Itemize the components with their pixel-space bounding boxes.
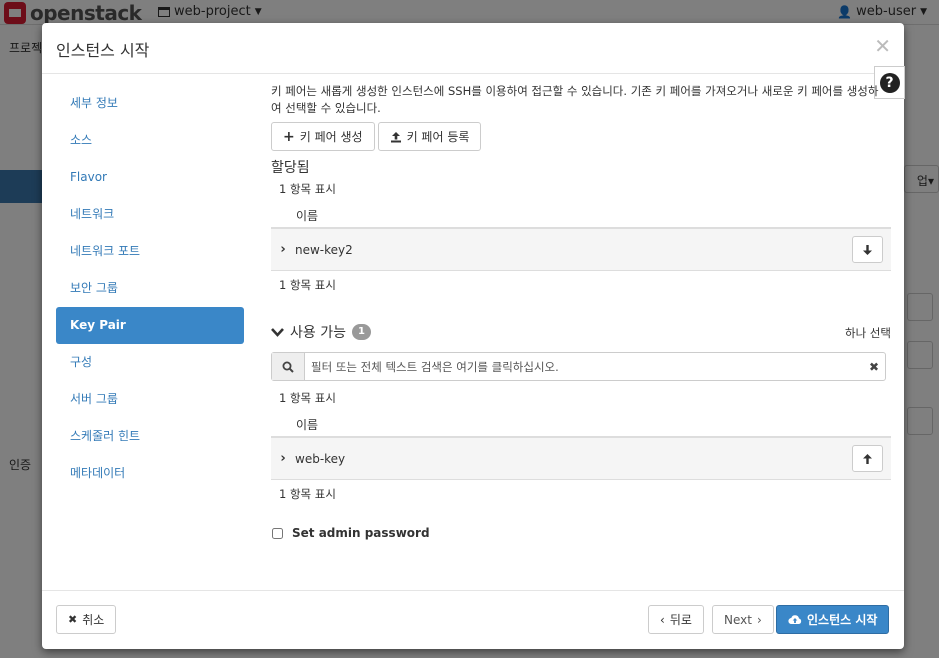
nav-item-networks[interactable]: 네트워크 <box>56 196 244 233</box>
import-key-pair-button[interactable]: 키 페어 등록 <box>377 122 482 151</box>
allocate-button[interactable] <box>852 445 883 472</box>
available-count-bottom: 1 항목 표시 <box>279 487 336 501</box>
search-icon <box>272 353 305 380</box>
chevron-down-icon[interactable] <box>271 327 284 337</box>
set-admin-password: Set admin password <box>271 526 891 540</box>
deallocate-button[interactable] <box>852 236 883 263</box>
nav-item-server-groups[interactable]: 서버 그룹 <box>56 381 244 418</box>
arrow-up-icon <box>863 453 872 464</box>
allocated-title: 할당됨 <box>271 160 310 176</box>
nav-item-scheduler-hints[interactable]: 스케줄러 힌트 <box>56 418 244 455</box>
wizard-nav: 세부 정보 소스 Flavor 네트워크 네트워크 포트 보안 그룹 Key P… <box>56 85 244 492</box>
chevron-right-icon[interactable]: › <box>271 451 295 466</box>
admin-password-label: Set admin password <box>292 526 430 540</box>
nav-item-source[interactable]: 소스 <box>56 122 244 159</box>
key-pair-name: new-key2 <box>295 242 353 257</box>
available-count-top: 1 항목 표시 <box>279 391 336 405</box>
allocated-count-bottom: 1 항목 표시 <box>279 278 336 292</box>
back-button[interactable]: ‹ 뒤로 <box>648 605 704 634</box>
chevron-left-icon: ‹ <box>660 612 665 627</box>
allocated-count-top: 1 항목 표시 <box>279 182 336 196</box>
close-icon[interactable]: ✕ <box>874 36 891 56</box>
nav-item-details[interactable]: 세부 정보 <box>56 85 244 122</box>
create-key-pair-label: 키 페어 생성 <box>299 130 363 144</box>
available-title: 사용 가능 <box>290 325 346 341</box>
table-row: › web-key <box>271 438 891 480</box>
back-label: 뒤로 <box>669 613 692 627</box>
modal-header: 인스턴스 시작 ✕ <box>42 23 904 74</box>
arrow-down-icon <box>863 244 872 255</box>
create-key-pair-button[interactable]: + 키 페어 생성 <box>271 122 375 151</box>
nav-item-configuration[interactable]: 구성 <box>56 344 244 381</box>
chevron-right-icon[interactable]: › <box>271 242 295 257</box>
plus-icon: + <box>283 128 295 145</box>
modal-title: 인스턴스 시작 <box>56 41 150 60</box>
launch-instance-button[interactable]: 인스턴스 시작 <box>776 605 890 634</box>
next-label: Next <box>724 612 752 627</box>
search-bar: ✖ <box>271 352 886 381</box>
help-text: 키 페어는 새롭게 생성한 인스턴스에 SSH를 이용하여 접근할 수 있습니다… <box>271 84 879 115</box>
available-count-badge: 1 <box>351 324 371 340</box>
nav-item-network-ports[interactable]: 네트워크 포트 <box>56 233 244 270</box>
chevron-right-icon: › <box>756 612 762 627</box>
available-column-name: 이름 <box>271 412 891 438</box>
close-icon: ✖ <box>68 613 78 626</box>
import-key-pair-label: 키 페어 등록 <box>406 130 470 144</box>
next-button[interactable]: Next › <box>712 605 774 634</box>
keypair-actions: + 키 페어 생성 키 페어 등록 <box>271 122 891 151</box>
nav-item-security-groups[interactable]: 보안 그룹 <box>56 270 244 307</box>
clear-search-icon[interactable]: ✖ <box>863 360 885 374</box>
table-row: › new-key2 <box>271 229 891 271</box>
launch-label: 인스턴스 시작 <box>807 613 878 627</box>
cancel-button[interactable]: ✖ 취소 <box>56 605 117 634</box>
launch-instance-modal: 인스턴스 시작 ✕ ? 세부 정보 소스 Flavor 네트워크 네트워크 포트… <box>42 23 905 649</box>
modal-footer: ✖ 취소 ‹ 뒤로 Next › 인스턴스 시작 <box>42 590 904 649</box>
select-one-hint: 하나 선택 <box>845 326 891 340</box>
upload-icon <box>390 131 401 142</box>
cancel-label: 취소 <box>82 613 105 627</box>
search-input[interactable] <box>305 353 863 380</box>
admin-password-checkbox[interactable] <box>272 527 283 539</box>
nav-item-metadata[interactable]: 메타데이터 <box>56 455 244 492</box>
nav-item-flavor[interactable]: Flavor <box>56 159 244 196</box>
key-pair-panel: 키 페어는 새롭게 생성한 인스턴스에 SSH를 이용하여 접근할 수 있습니다… <box>271 83 891 540</box>
available-header: 사용 가능 1 하나 선택 <box>271 321 891 343</box>
allocated-column-name: 이름 <box>271 203 891 229</box>
key-pair-name: web-key <box>295 451 346 466</box>
cloud-upload-icon <box>788 615 802 625</box>
nav-item-key-pair[interactable]: Key Pair <box>56 307 244 344</box>
